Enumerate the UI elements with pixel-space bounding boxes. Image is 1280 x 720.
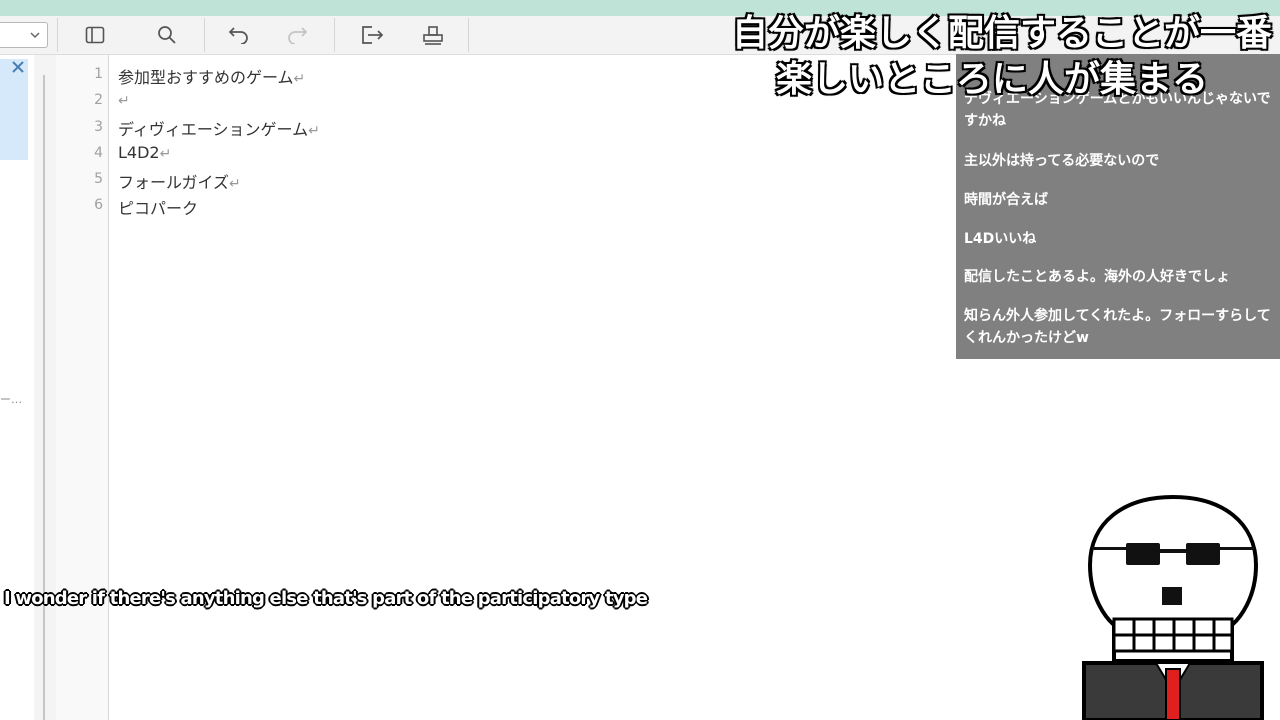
editor-line[interactable]: ディヴィエーションゲーム↵ <box>118 116 320 140</box>
export-icon <box>362 26 384 44</box>
truncated-document-label[interactable]: ー… <box>0 391 22 407</box>
search-button[interactable] <box>136 16 198 54</box>
editor-line-text: ディヴィエーションゲーム <box>118 120 309 139</box>
sidebar-icon <box>85 26 105 44</box>
editor-line[interactable]: L4D2↵ <box>118 143 171 162</box>
avatar-body <box>1082 661 1264 720</box>
line-number: 6 <box>94 197 103 213</box>
chat-message: 知らん外人参加してくれたよ。フォローすらしてくれんかったけどw <box>964 308 1271 346</box>
close-icon[interactable] <box>10 59 26 75</box>
line-break-marker: ↵ <box>118 93 130 109</box>
editor-line-text: フォールガイズ <box>118 173 230 192</box>
avatar-skull <box>1087 494 1259 663</box>
line-number: 4 <box>94 145 103 161</box>
undo-button[interactable] <box>208 16 270 54</box>
line-break-marker: ↵ <box>229 176 241 192</box>
print-button[interactable] <box>402 16 464 54</box>
line-number: 3 <box>94 119 103 135</box>
toolbar-separator <box>334 18 335 52</box>
sidebar-scrollbar[interactable] <box>43 75 45 720</box>
chat-message: 配信したことあるよ。海外の人好きでしょ <box>964 269 1230 285</box>
toolbar-separator <box>57 18 58 52</box>
chat-message: L4Dいいね <box>964 231 1037 247</box>
line-break-marker: ↵ <box>159 146 172 162</box>
overlay-title-line-2: 楽しいところに人が集まる <box>775 58 1209 101</box>
toggle-sidebar-button[interactable] <box>64 16 126 54</box>
toolbar-separator <box>468 18 469 52</box>
editor-line-text: L4D2 <box>118 143 160 162</box>
line-number-gutter: 1 2 3 4 5 6 <box>56 55 109 720</box>
line-break-marker: ↵ <box>308 123 320 139</box>
toolbar-separator <box>204 18 205 52</box>
redo-icon <box>288 27 308 44</box>
document-list-panel: ー… <box>0 55 34 720</box>
chat-message: 主以外は持ってる必要ないので <box>964 153 1160 169</box>
redo-button[interactable] <box>266 16 328 54</box>
document-selector-dropdown[interactable] <box>0 22 48 48</box>
overlay-title-line-1: 自分が楽しく配信することが一番 <box>731 12 1273 55</box>
video-subtitle: I wonder if there's anything else that's… <box>4 588 648 609</box>
chat-message: 時間が合えば <box>964 192 1048 208</box>
undo-icon <box>228 27 248 44</box>
editor-line-text: ピコパーク <box>118 199 199 218</box>
search-icon <box>158 26 176 44</box>
editor-line-text: 参加型おすすめのゲーム <box>118 68 294 87</box>
editor-line[interactable]: 参加型おすすめのゲーム↵ <box>118 64 305 88</box>
editor-line[interactable]: ピコパーク <box>118 195 198 219</box>
editor-line[interactable]: ↵ <box>118 90 130 109</box>
line-number: 5 <box>94 171 103 187</box>
print-icon <box>423 26 443 45</box>
export-button[interactable] <box>342 16 404 54</box>
line-number: 2 <box>94 92 103 108</box>
pixel-skeleton-avatar <box>1082 494 1264 720</box>
chevron-down-icon <box>30 32 40 39</box>
editor-line[interactable]: フォールガイズ↵ <box>118 169 241 193</box>
panel-divider <box>34 55 56 720</box>
line-number: 1 <box>94 66 103 82</box>
line-break-marker: ↵ <box>293 71 306 87</box>
